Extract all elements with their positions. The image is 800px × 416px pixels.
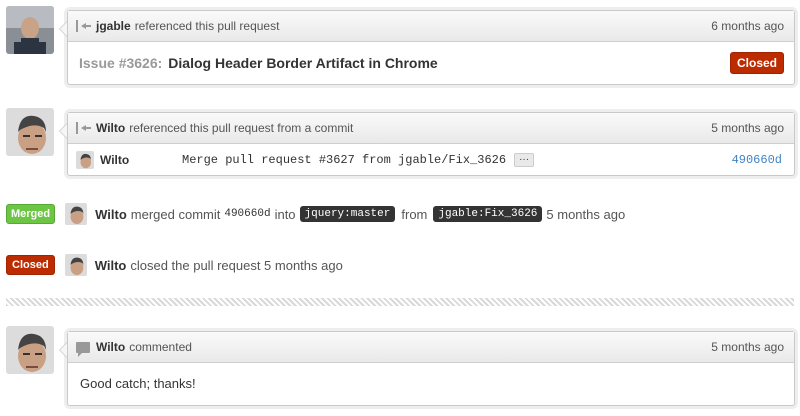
issue-row: Issue #3626: Dialog Header Border Artifa…: [68, 42, 794, 84]
comment-user-link[interactable]: Wilto: [96, 340, 125, 354]
event-timestamp[interactable]: 5 months ago: [711, 121, 784, 135]
base-branch-label: jquery:master: [299, 206, 396, 222]
merged-timestamp[interactable]: 5 months ago: [546, 207, 625, 222]
event-timestamp[interactable]: 6 months ago: [711, 19, 784, 33]
merged-badge: Merged: [6, 204, 56, 224]
merged-user-avatar[interactable]: [65, 203, 88, 225]
reference-event-jgable: jgable referenced this pull request 6 mo…: [59, 10, 795, 85]
timeline-divider: [6, 298, 794, 306]
commit-author-avatar[interactable]: [76, 150, 94, 169]
reference-arrow-icon: [76, 122, 92, 134]
avatar-wilto-comment[interactable]: [6, 326, 54, 374]
commit-author[interactable]: Wilto: [100, 153, 182, 167]
event-action: referenced this pull request: [134, 19, 280, 33]
box-pointer: [59, 123, 67, 139]
event-user-link[interactable]: Wilto: [96, 121, 125, 135]
comment-icon: [76, 341, 90, 357]
comment-header: Wilto commented 5 months ago: [68, 332, 794, 363]
commit-row: Wilto Merge pull request #3627 from jgab…: [68, 144, 794, 175]
avatar-wilto[interactable]: [6, 108, 54, 156]
issue-number[interactable]: Issue #3626:: [79, 55, 162, 71]
issue-title-link[interactable]: Dialog Header Border Artifact in Chrome: [168, 55, 437, 71]
closed-user-link[interactable]: Wilto: [95, 258, 127, 273]
merged-user-link[interactable]: Wilto: [95, 207, 127, 222]
closed-user-avatar[interactable]: [64, 254, 87, 276]
reference-event-commit: Wilto referenced this pull request from …: [59, 112, 795, 176]
closed-text: closed the pull request 5 months ago: [130, 257, 343, 273]
comment-body: Good catch; thanks!: [80, 376, 196, 391]
merged-text: merged commit: [130, 206, 221, 222]
merged-event: Merged Wilto merged commit 490660d into …: [6, 202, 625, 226]
event-header: Wilto referenced this pull request from …: [68, 113, 794, 144]
reference-arrow-icon: [76, 20, 92, 32]
avatar-jgable[interactable]: [6, 6, 54, 54]
merged-into-text: into: [274, 206, 296, 222]
comment-timestamp[interactable]: 5 months ago: [711, 340, 784, 354]
issue-status-badge: Closed: [729, 52, 784, 74]
event-header: jgable referenced this pull request 6 mo…: [68, 11, 794, 42]
comment-action: commented: [129, 340, 192, 354]
closed-event: Closed Wilto closed the pull request 5 m…: [6, 253, 343, 277]
comment-box: Wilto commented 5 months ago Good catch;…: [59, 331, 795, 406]
commit-sha-link[interactable]: 490660d: [732, 153, 782, 167]
event-user-link[interactable]: jgable: [96, 19, 131, 33]
merged-from-text: from: [401, 206, 428, 222]
head-branch-label: jgable:Fix_3626: [433, 206, 543, 222]
merged-commit-sha[interactable]: 490660d: [224, 208, 270, 220]
commit-message[interactable]: Merge pull request #3627 from jgable/Fix…: [182, 153, 506, 167]
closed-badge: Closed: [6, 255, 55, 275]
box-pointer: [59, 21, 67, 37]
event-action: referenced this pull request from a comm…: [129, 121, 354, 135]
box-pointer: [59, 342, 67, 358]
expand-commit-button[interactable]: ···: [514, 152, 535, 167]
